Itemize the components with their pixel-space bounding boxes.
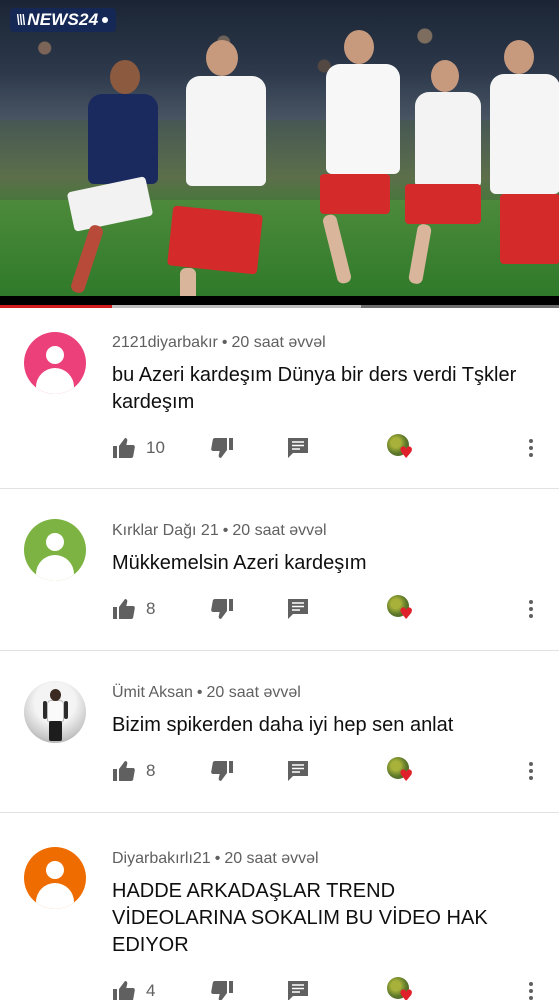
like-count: 8 xyxy=(146,761,156,780)
creator-heart-icon: ♥ xyxy=(387,434,413,461)
like-count: 10 xyxy=(146,438,165,457)
like-button[interactable]: 4 xyxy=(112,977,155,1000)
logo-mark-icon: \\\ xyxy=(16,12,26,28)
meta-separator: • xyxy=(214,850,221,867)
comment-time: 20 saat əvvəl xyxy=(206,684,301,701)
thumbs-up-icon xyxy=(113,981,135,1000)
comment-item: Diyarbakırlı21 • 20 saat əvvəl HADDE ARKAD… xyxy=(0,813,559,1000)
reply-button[interactable] xyxy=(287,977,309,1000)
more-options-button[interactable] xyxy=(519,757,543,785)
comment-author[interactable]: Ümit Aksan xyxy=(112,684,193,701)
dislike-button[interactable] xyxy=(210,977,234,1000)
comment-time: 20 saat əvvəl xyxy=(224,850,319,867)
player-figure xyxy=(300,30,410,290)
comment-actions: 8 ♥ xyxy=(112,757,552,785)
dislike-button[interactable] xyxy=(210,595,234,623)
comment-actions: 10 ♥ xyxy=(112,434,552,462)
thumbs-up-icon xyxy=(113,599,135,619)
reply-button[interactable] xyxy=(287,434,309,462)
reply-button[interactable] xyxy=(287,595,309,623)
meta-separator: • xyxy=(221,334,228,351)
like-button[interactable]: 10 xyxy=(112,434,165,462)
more-options-button[interactable] xyxy=(519,434,543,462)
dislike-button[interactable] xyxy=(210,757,234,785)
thumbs-down-icon xyxy=(211,599,233,619)
comment-author[interactable]: 2121diyarbakır xyxy=(112,334,218,351)
comment-time: 20 saat əvvəl xyxy=(232,522,327,539)
thumbs-up-icon xyxy=(113,761,135,781)
like-count: 4 xyxy=(146,981,156,1000)
creator-heart-icon: ♥ xyxy=(387,977,413,1000)
player-figure xyxy=(150,40,280,296)
more-options-button[interactable] xyxy=(519,977,543,1000)
like-count: 8 xyxy=(146,599,156,618)
dislike-button[interactable] xyxy=(210,434,234,462)
comment-item: 2121diyarbakır • 20 saat əvvəl bu Azeri ka… xyxy=(0,308,559,489)
avatar[interactable] xyxy=(24,847,86,909)
comment-meta: Ümit Aksan • 20 saat əvvəl xyxy=(112,684,301,702)
comment-text: Bizim spikerden daha iyi hep sen anlat xyxy=(112,714,454,736)
reply-comment-icon xyxy=(288,981,308,1000)
reply-comment-icon xyxy=(288,599,308,619)
comment-text: bu Azeri kardeşım Dünya bir ders verdi T… xyxy=(112,364,517,413)
comments-list: 2121diyarbakır • 20 saat əvvəl bu Azeri ka… xyxy=(0,308,559,1000)
comment-meta: Diyarbakırlı21 • 20 saat əvvəl xyxy=(112,850,319,868)
thumbs-up-icon xyxy=(113,438,135,458)
comment-author[interactable]: Kırklar Dağı 21 xyxy=(112,522,219,539)
thumbs-down-icon xyxy=(211,438,233,458)
logo-dot-icon xyxy=(102,17,109,23)
comment-meta: 2121diyarbakır • 20 saat əvvəl xyxy=(112,334,326,352)
comment-meta: Kırklar Dağı 21 • 20 saat əvvəl xyxy=(112,522,327,540)
video-player[interactable]: \\\ NEWS24 xyxy=(0,0,559,308)
comment-item: Ümit Aksan • 20 saat əvvəl Bizim spikerden… xyxy=(0,651,559,813)
creator-heart-icon: ♥ xyxy=(387,595,413,622)
comment-author[interactable]: Diyarbakırlı21 xyxy=(112,850,211,867)
logo-text: NEWS24 xyxy=(27,10,99,29)
creator-heart-icon: ♥ xyxy=(387,757,413,784)
comment-actions: 4 ♥ xyxy=(112,977,552,1000)
thumbs-down-icon xyxy=(211,761,233,781)
comment-time: 20 saat əvvəl xyxy=(231,334,326,351)
meta-separator: • xyxy=(222,522,229,539)
avatar[interactable] xyxy=(24,519,86,581)
video-frame[interactable] xyxy=(0,0,559,296)
comment-actions: 8 ♥ xyxy=(112,595,552,623)
avatar[interactable] xyxy=(24,681,86,743)
thumbs-down-icon xyxy=(211,981,233,1000)
avatar[interactable] xyxy=(24,332,86,394)
comment-text: Mükkemelsin Azeri kardeşım xyxy=(112,552,367,574)
like-button[interactable]: 8 xyxy=(112,595,155,623)
more-options-button[interactable] xyxy=(519,595,543,623)
channel-logo: \\\ NEWS24 xyxy=(10,8,117,32)
meta-separator: • xyxy=(196,684,203,701)
comment-text: HADDE ARKADAŞLAR TREND VİDEOLARINA SOKAL… xyxy=(112,880,488,956)
reply-comment-icon xyxy=(288,761,308,781)
like-button[interactable]: 8 xyxy=(112,757,155,785)
reply-button[interactable] xyxy=(287,757,309,785)
comment-item: Kırklar Dağı 21 • 20 saat əvvəl Mükkemelsi… xyxy=(0,489,559,651)
reply-comment-icon xyxy=(288,438,308,458)
player-figure xyxy=(480,40,559,296)
